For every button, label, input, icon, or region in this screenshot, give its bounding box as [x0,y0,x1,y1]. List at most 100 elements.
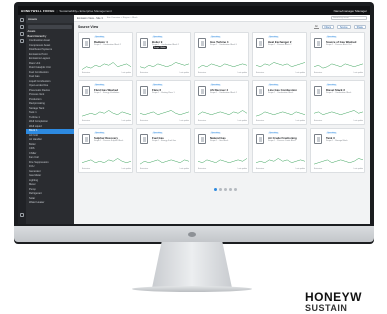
main-panel: Emission View - Site 3 Site Overview > R… [74,15,370,224]
asset-meta: Scope 1 · Energy Fuel Gas [152,140,177,142]
asset-card[interactable]: Operating Tank 3 Scope 1 · Storage Block Em… [310,128,365,173]
alerts-icon[interactable] [20,39,24,43]
card-footer-left: Emissions [256,72,265,74]
pagination [214,188,237,191]
card-footer-left: Emissions [198,120,207,122]
asset-meta: Scope 1 · Combustion Block 5 [210,44,237,46]
page-dot[interactable] [224,188,227,191]
asset-thumbnail-icon [198,38,206,48]
card-footer-right: Last update [295,120,305,122]
page-dot[interactable] [219,188,222,191]
asset-card[interactable]: Operating AS Recover 4 Scope 1 · Combustio… [194,80,249,125]
honeywell-wordmark: HONEYW [305,290,362,304]
asset-meta: Scope 1 · Venting Flare 1 [152,92,175,94]
product-name: Sustainability+ Enterprise Management [59,8,112,13]
asset-card[interactable]: Operating Fluid Gas Washed Scope 1 · Energ… [78,80,133,125]
card-footer-right: Last update [237,168,247,170]
asset-card[interactable]: Operating Gas Turbine 4 Scope 1 · Combusti… [194,32,249,77]
monitor-base [132,286,252,292]
asset-card[interactable]: Operating Fuel Gas Scope 1 · Energy Fuel G… [136,128,191,173]
filters-button[interactable]: Filters [321,24,335,29]
card-footer-right: Last update [121,120,131,122]
asset-thumbnail-icon [256,38,264,48]
view-title: Source View [78,24,99,29]
asset-meta: Scope 1 · Combustion Block 2 [94,44,121,46]
sparkline-path [198,110,247,115]
sparkline-path [314,110,363,115]
asset-card[interactable]: Operating Line Gas Combustion Scope 1 · Co… [252,80,307,125]
asset-card[interactable]: Operating Heat Exchanger 2 Scope 1 · Proce… [252,32,307,77]
status-badge: Operating [94,36,105,38]
breadcrumb[interactable]: Site Overview > Region > Block [107,17,138,19]
card-footer-right: Last update [121,168,131,170]
asset-thumbnail-icon [140,134,148,144]
emissions-sparkline [314,110,363,115]
card-footer-right: Last update [353,120,363,122]
status-badge: Operating [326,84,337,86]
card-footer: Emissions Last update [140,120,189,122]
status-badge: Operating [152,36,163,38]
stage: HONEYWELL FORGE | Sustainability+ Enterp… [0,0,387,314]
asset-thumbnail-icon [314,134,322,144]
card-footer: Emissions Last update [82,72,131,74]
sparkline-path [256,111,305,117]
emissions-sparkline [256,158,305,163]
page-dot[interactable] [214,188,217,191]
asset-meta: Scope 1 · Combustion Block [326,92,352,94]
page-title: Emission View - Site 3 [77,16,103,20]
user-menu[interactable]: Name/manager Manager [334,9,367,13]
emissions-sparkline [82,110,131,117]
emissions-sparkline [140,62,189,69]
asset-card[interactable]: Operating Source of Gas Washed Scope 1 · P… [310,32,365,77]
asset-card[interactable]: Operating Sulphur Recovery Scope 1 · Proce… [78,128,133,173]
home-icon[interactable] [20,18,24,22]
emissions-sparkline [198,158,247,163]
card-footer: Emissions Last update [140,72,189,74]
asset-meta: Scope 1 · Energy Ventilation [94,92,120,94]
asset-meta: Scope 1 · Process Sulphur Block [94,140,124,142]
asset-card[interactable]: Operating Natural Gas Scope 1 · Gas Block E… [194,128,249,173]
asset-thumbnail-icon [198,134,206,144]
reports-icon[interactable] [20,32,24,36]
asset-card[interactable]: Operating Flare 6 Scope 1 · Venting Flare … [136,80,191,125]
asset-card[interactable]: Operating Air Crude Fractioning Scope 1 · … [252,128,307,173]
asset-card[interactable]: Operating Boiler 9 Scope 1 · Combustion Bl… [136,32,191,77]
sparkline-path [314,63,363,69]
asset-card[interactable]: Operating Radiator 4 Scope 1 · Combustion … [78,32,133,77]
asset-card-grid: Operating Radiator 4 Scope 1 · Combustion … [78,32,366,173]
asset-thumbnail-icon [314,86,322,96]
sidebar-item[interactable]: Water Heater [26,201,74,206]
page-dot[interactable] [229,188,232,191]
asset-card[interactable]: Operating Diesel Stack 3 Scope 1 · Combust… [310,80,365,125]
card-footer: Emissions Last update [198,168,247,170]
settings-icon[interactable] [20,213,24,217]
asset-thumbnail-icon [314,38,322,48]
asset-meta: Scope 1 · Storage Block [326,140,348,142]
asset-meta: Scope 1 · Combustion Block [268,92,294,94]
sparkline-path [82,110,131,117]
share-button[interactable]: Share [353,24,366,29]
asset-thumbnail-icon [82,134,90,144]
brand-logo[interactable]: HONEYWELL FORGE [21,9,55,13]
search-input[interactable]: Search by asset [331,16,367,20]
asset-thumbnail-icon [256,134,264,144]
card-footer-left: Emissions [314,120,323,122]
asset-thumbnail-icon [82,86,90,96]
assets-icon[interactable] [20,25,24,29]
scope-select[interactable]: All [313,25,319,29]
emissions-sparkline [314,63,363,69]
emissions-sparkline [256,62,305,67]
sparkline-path [256,158,305,163]
source-button[interactable]: Source [337,24,351,29]
sparkline-path [198,158,247,163]
emissions-sparkline [82,62,131,70]
card-footer: Emissions Last update [314,120,363,122]
card-footer-right: Last update [295,168,305,170]
page-dot[interactable] [234,188,237,191]
sidebar-search-input[interactable] [28,24,72,29]
sparkline-path [256,62,305,67]
sparkline-path [140,159,189,165]
asset-meta: Scope 1 · Process Block 2 [268,44,292,46]
card-footer: Emissions Last update [256,168,305,170]
status-badge: Operating [268,36,279,38]
